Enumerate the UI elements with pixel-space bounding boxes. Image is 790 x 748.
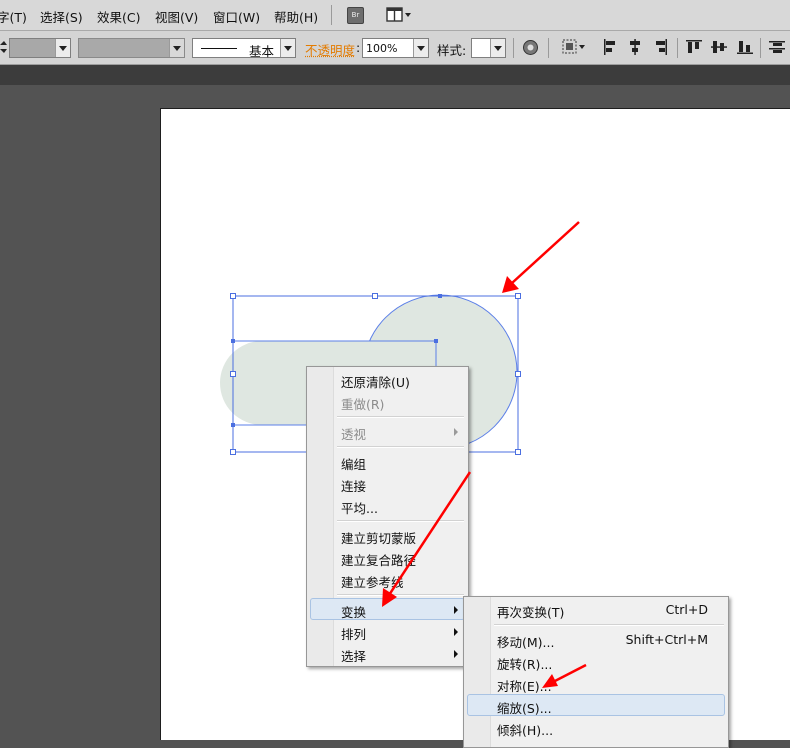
annotation-arrow xyxy=(382,471,472,607)
annotation-arrow xyxy=(502,221,580,293)
annotation-layer xyxy=(382,221,587,688)
annotation-arrow xyxy=(542,663,587,688)
